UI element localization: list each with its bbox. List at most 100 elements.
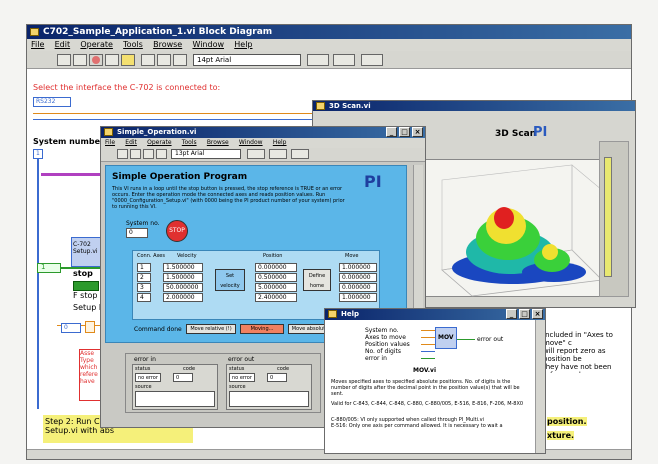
position-2: 0.500000 — [255, 273, 297, 282]
header-velocity: Velocity — [177, 253, 197, 259]
wire-blue-left — [37, 159, 39, 409]
error-in-cluster: status code no error 0 source — [132, 364, 218, 410]
op-menu-edit[interactable]: Edit — [125, 139, 137, 146]
op-menu-tools[interactable]: Tools — [182, 139, 197, 146]
velocity-3[interactable]: 50.000000 — [163, 283, 203, 292]
position-4: 2.400000 — [255, 293, 297, 302]
define-home-button[interactable]: Define home — [303, 269, 331, 291]
distribute-icon[interactable] — [333, 54, 355, 66]
help-output: error out — [477, 336, 504, 343]
velocity-1[interactable]: 1.500000 — [163, 263, 203, 272]
plot-back-right — [571, 164, 603, 281]
highlight-icon[interactable] — [121, 54, 135, 66]
reorder-icon[interactable] — [361, 54, 383, 66]
op-menu-file[interactable]: File — [105, 139, 115, 146]
moving-button[interactable]: Moving... — [240, 324, 284, 334]
help-input-positions: Position values — [365, 341, 410, 348]
scan-heading: 3D Scan — [495, 129, 537, 139]
op-distribute-icon[interactable] — [269, 149, 287, 159]
velocity-4[interactable]: 2.000000 — [163, 293, 203, 302]
operation-window-title: Simple_Operation.vi — [117, 128, 197, 136]
stop-button[interactable]: STOP — [166, 220, 188, 242]
stop-button-indicator[interactable] — [73, 281, 99, 291]
menu-window[interactable]: Window — [192, 40, 224, 49]
op-menu-window[interactable]: Window — [239, 139, 263, 146]
move-3[interactable]: 0.000000 — [339, 283, 377, 292]
help-title-bar[interactable]: Help _ □ × — [325, 309, 545, 320]
axis-3[interactable]: 3 — [137, 283, 151, 292]
help-wire-1 — [421, 330, 435, 331]
help-wire-4 — [421, 351, 435, 352]
step-over-icon[interactable] — [157, 54, 171, 66]
peak2-yellow — [542, 244, 558, 260]
menu-file[interactable]: File — [31, 40, 44, 49]
menu-edit[interactable]: Edit — [55, 40, 71, 49]
stop-label: stop — [73, 269, 93, 278]
axis-1[interactable]: 1 — [137, 263, 151, 272]
green-number: 1 — [41, 263, 46, 271]
interface-selector[interactable]: RS232 — [33, 97, 71, 107]
op-font-select[interactable]: 13pt Arial — [171, 149, 241, 159]
op-run-icon[interactable] — [117, 149, 128, 159]
scan-plot-area — [421, 159, 611, 297]
stop-text: F stop — [73, 291, 98, 300]
surface-plot — [441, 164, 603, 297]
run-arrow-icon[interactable] — [57, 54, 71, 66]
move-relative-button[interactable]: Move relative (!) — [186, 324, 236, 334]
help-close-button[interactable]: × — [532, 309, 543, 319]
menu-help[interactable]: Help — [234, 40, 252, 49]
help-input-error: error in — [365, 355, 387, 362]
close-button[interactable]: × — [412, 127, 423, 137]
op-menu-browse[interactable]: Browse — [207, 139, 229, 146]
op-abort-icon[interactable] — [143, 149, 154, 159]
error-out-source — [229, 391, 309, 407]
command-done-label: Command done — [134, 326, 182, 333]
menu-tools[interactable]: Tools — [123, 40, 143, 49]
help-wire-5 — [421, 358, 435, 359]
move-1[interactable]: 1.000000 — [339, 263, 377, 272]
operation-heading: Simple Operation Program — [112, 172, 248, 182]
op-reorder-icon[interactable] — [291, 149, 309, 159]
op-run-continuous-icon[interactable] — [130, 149, 141, 159]
menu-operate[interactable]: Operate — [80, 40, 113, 49]
op-pause-icon[interactable] — [156, 149, 167, 159]
move-2[interactable]: 0.000000 — [339, 273, 377, 282]
help-maximize-button[interactable]: □ — [519, 309, 530, 319]
system-no-value[interactable]: 0 — [126, 228, 148, 238]
help-minimize-button[interactable]: _ — [506, 309, 517, 319]
velocity-2[interactable]: 1.500000 — [163, 273, 203, 282]
minimize-button[interactable]: _ — [386, 127, 397, 137]
step-out-icon[interactable] — [173, 54, 187, 66]
maximize-button[interactable]: □ — [399, 127, 410, 137]
op-menu-help[interactable]: Help — [273, 139, 287, 146]
scan-slider[interactable] — [604, 157, 612, 277]
help-input-digits: No. of digits — [365, 348, 401, 355]
help-window: Help _ □ × System no. Axes to move Posit… — [324, 308, 546, 454]
error-out-status: no error — [229, 373, 255, 382]
block-diagram-title-bar[interactable]: C702_Sample_Application_1.vi Block Diagr… — [27, 25, 631, 39]
menu-browse[interactable]: Browse — [153, 40, 182, 49]
help-wire-out — [457, 339, 475, 340]
position-note: position. — [547, 417, 587, 426]
error-in-source — [135, 391, 215, 407]
align-icon[interactable] — [307, 54, 329, 66]
operation-title-bar[interactable]: Simple_Operation.vi _ □ × — [101, 127, 425, 138]
move-4[interactable]: 1.000000 — [339, 293, 377, 302]
help-vertical-scrollbar[interactable] — [535, 320, 545, 453]
help-wire-3 — [421, 344, 435, 345]
abort-icon[interactable] — [89, 54, 103, 66]
axis-4[interactable]: 4 — [137, 293, 151, 302]
operation-toolbar: 13pt Arial — [101, 148, 425, 162]
run-continuous-icon[interactable] — [73, 54, 87, 66]
error-in-code: 0 — [173, 373, 193, 382]
set-velocity-button[interactable]: Set velocity — [215, 269, 245, 291]
scan-title-bar[interactable]: 3D Scan.vi — [313, 101, 635, 111]
op-align-icon[interactable] — [247, 149, 265, 159]
font-select[interactable]: 14pt Arial — [193, 54, 301, 66]
axis-2[interactable]: 2 — [137, 273, 151, 282]
error-out-source-label: source — [229, 384, 246, 390]
op-menu-operate[interactable]: Operate — [147, 139, 171, 146]
loop-index: 1 — [33, 149, 43, 159]
step-into-icon[interactable] — [141, 54, 155, 66]
pause-icon[interactable] — [105, 54, 119, 66]
